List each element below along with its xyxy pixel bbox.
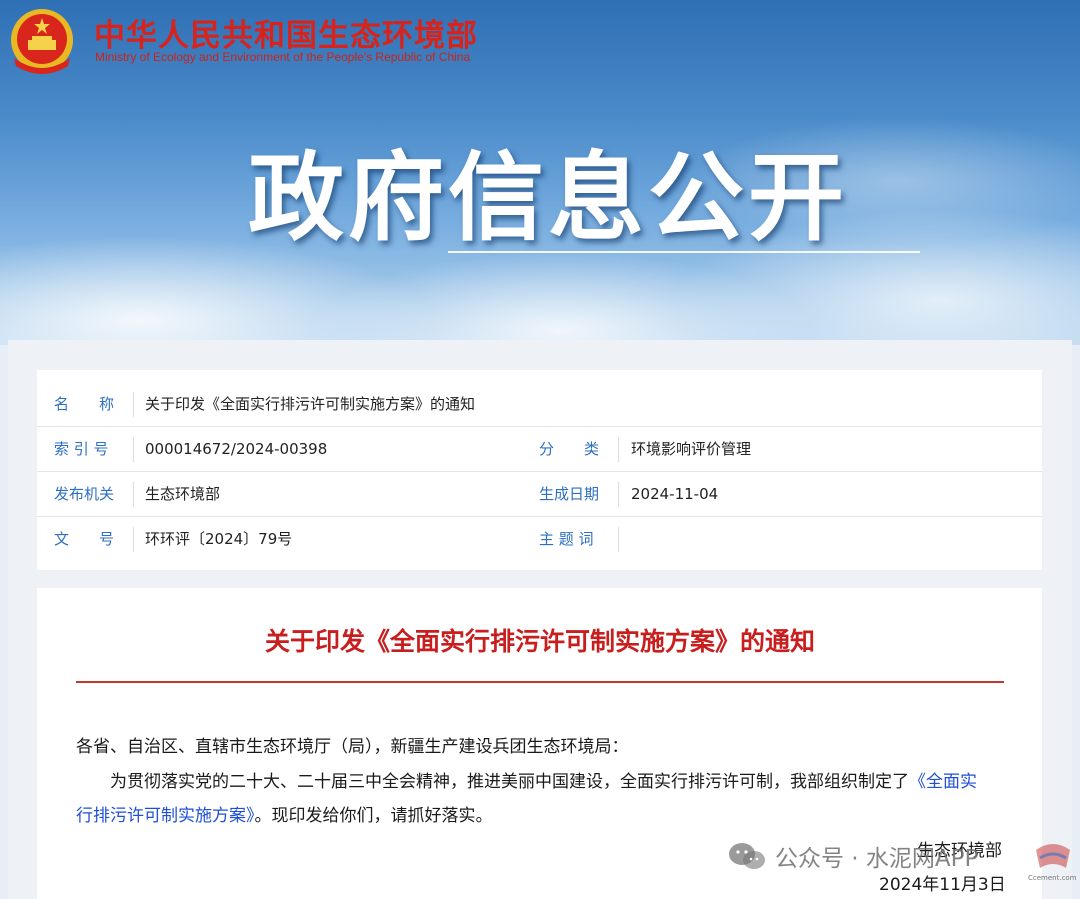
meta-row-index: 索 引 号 000014672/2024-00398 分 类 环境影响评价管理 [37,427,1042,472]
wechat-icon [729,843,765,869]
meta-value-name: 关于印发《全面实行排污许可制实施方案》的通知 [145,395,476,413]
meta-divider [618,437,619,462]
meta-label-doc-no: 文 号 [54,530,115,548]
meta-row-doc-no: 文 号 环环评〔2024〕79号 主 题 词 [37,517,1042,562]
meta-value-index: 000014672/2024-00398 [145,440,328,458]
meta-label-name: 名 称 [54,395,115,413]
ministry-name-en: Ministry of Ecology and Environment of t… [95,50,471,64]
banner-title-underline [448,251,920,253]
national-emblem-icon [11,9,73,74]
meta-row-issuer: 发布机关 生态环境部 生成日期 2024-11-04 [37,472,1042,517]
meta-label-index: 索 引 号 [54,440,109,458]
document-body-line-2: 行排污许可制实施方案》。现印发给你们，请抓好落实。 [76,801,493,826]
plan-document-link-continued[interactable]: 行排污许可制实施方案》 [76,806,255,826]
watermark-text: 公众号 · 水泥网APP [775,846,979,872]
ccement-logo-icon [1036,844,1070,868]
watermark-logo-text: Ccement.com [1028,874,1077,882]
meta-value-date: 2024-11-04 [631,485,719,503]
meta-label-date: 生成日期 [539,485,600,503]
document-title-rule [76,681,1004,683]
meta-value-doc-no: 环环评〔2024〕79号 [145,530,293,548]
meta-label-keywords: 主 题 词 [539,530,594,548]
meta-divider [618,482,619,507]
plan-document-link[interactable]: 《全面实 [909,772,977,792]
meta-divider [133,527,134,552]
document-title: 关于印发《全面实行排污许可制实施方案》的通知 [264,627,815,656]
meta-row-name: 名 称 关于印发《全面实行排污许可制实施方案》的通知 [37,382,1042,427]
ministry-name-cn: 中华人民共和国生态环境部 [94,18,478,54]
meta-value-category: 环境影响评价管理 [631,440,752,458]
meta-divider [133,482,134,507]
document-salutation: 各省、自治区、直辖市生态环境厅（局），新疆生产建设兵团生态环境局： [76,737,629,757]
body-text-2: 。现印发给你们，请抓好落实。 [254,806,493,826]
document-metadata-card: 名 称 关于印发《全面实行排污许可制实施方案》的通知 索 引 号 0000146… [37,370,1042,570]
watermark: 公众号 · 水泥网APP [727,838,978,874]
meta-label-category: 分 类 [539,440,600,458]
document-body-line-1: 为贯彻落实党的二十大、二十届三中全会精神，推进美丽中国建设，全面实行排污许可制，… [110,767,977,792]
body-text-1: 为贯彻落实党的二十大、二十届三中全会精神，推进美丽中国建设，全面实行排污许可制，… [110,772,909,792]
banner-title: 政府信息公开 [248,142,848,254]
meta-divider [133,437,134,462]
meta-divider [133,392,134,417]
meta-label-issuer: 发布机关 [54,485,115,503]
meta-value-issuer: 生态环境部 [145,485,221,503]
meta-divider [618,527,619,552]
